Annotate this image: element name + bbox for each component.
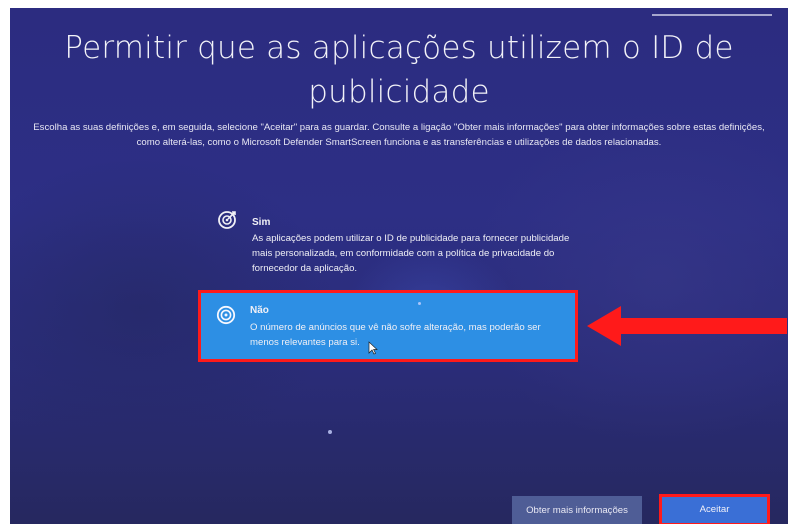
option-sim-label: Sim (252, 217, 271, 228)
option-sim-text: As aplicações podem utilizar o ID de pub… (252, 233, 570, 274)
option-nao-label: Não (250, 305, 269, 316)
page-title: Permitir que as aplicações utilizem o ID… (64, 30, 734, 110)
more-info-button[interactable]: Obter mais informações (512, 496, 642, 524)
option-nao-text: O número de anúncios que vê não sofre al… (250, 322, 541, 348)
red-arrow-left-icon (587, 306, 787, 346)
mouse-cursor-icon (368, 341, 378, 355)
oobe-screen: Permitir que as aplicações utilizem o ID… (10, 8, 788, 524)
light-reflection (418, 302, 421, 305)
option-nao[interactable]: Não O número de anúncios que vê não sofr… (198, 290, 578, 362)
option-sim[interactable]: Sim As aplicações podem utilizar o ID de… (210, 210, 580, 280)
screenshot-frame: Permitir que as aplicações utilizem o ID… (0, 0, 791, 527)
top-edge-line (652, 14, 772, 16)
light-reflection (328, 430, 332, 434)
accept-button[interactable]: Aceitar (659, 494, 770, 524)
target-check-icon (218, 211, 236, 229)
page-description: Escolha as suas definições e, em seguida… (33, 122, 765, 148)
target-icon (216, 305, 236, 325)
